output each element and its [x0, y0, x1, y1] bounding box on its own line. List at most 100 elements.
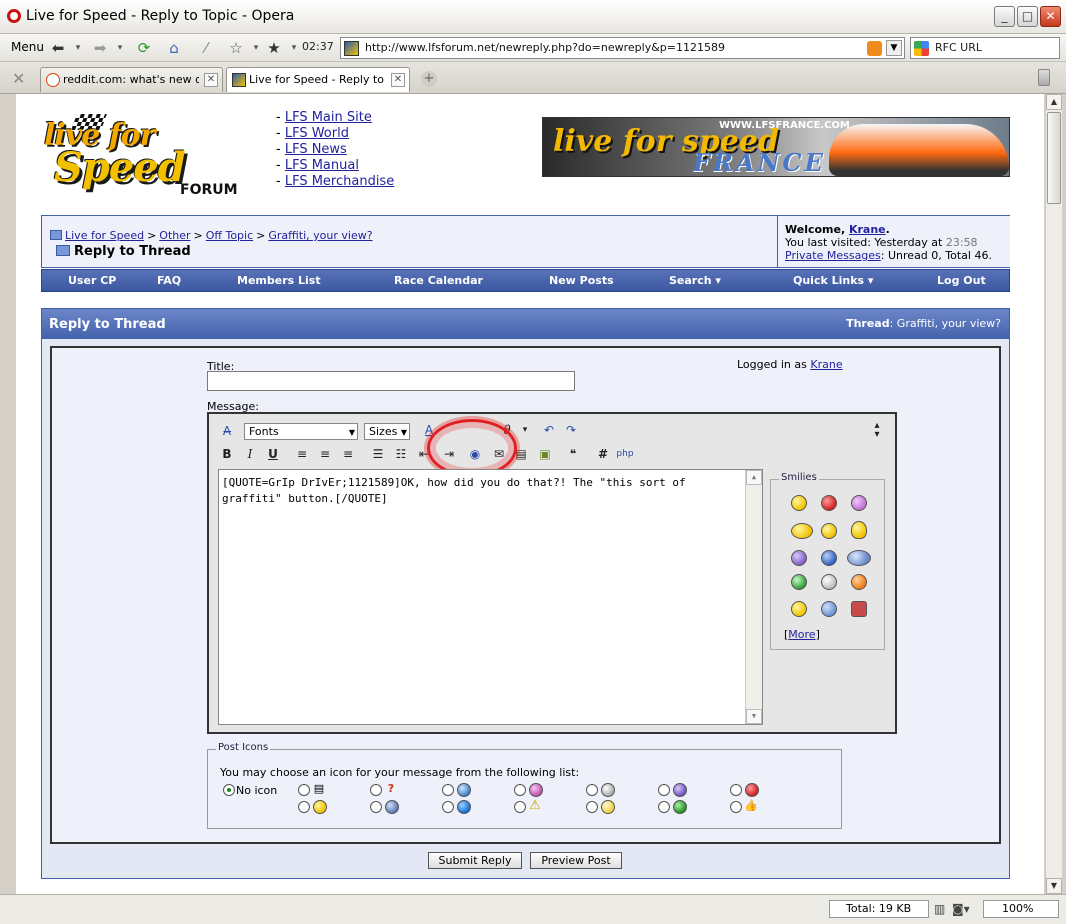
bookmarks-icon[interactable]: ★	[264, 38, 284, 58]
bookmarks-dropdown-icon[interactable]: ▾	[284, 38, 304, 58]
page-scrollbar[interactable]: ▲ ▼	[1045, 94, 1062, 894]
eek-icon[interactable]	[821, 574, 837, 590]
post-icon-radio[interactable]	[370, 801, 382, 813]
search-engine-label[interactable]: RFC URL	[935, 41, 982, 54]
crumb-off-topic[interactable]: Off Topic	[206, 229, 253, 242]
nav-new-posts[interactable]: New Posts	[549, 274, 614, 287]
align-right-icon[interactable]: ≡	[338, 445, 358, 463]
font-select[interactable]: Fonts ▼	[244, 423, 358, 440]
scroll-up-icon[interactable]: ▲	[746, 470, 762, 485]
nav-quick-links[interactable]: Quick Links ▾	[793, 274, 873, 287]
wand-icon[interactable]: ⁄	[196, 38, 216, 58]
search-engine-icon[interactable]	[914, 41, 929, 56]
welcome-user-link[interactable]: Krane	[849, 223, 886, 236]
undo-icon[interactable]: ↶	[539, 421, 559, 439]
back-history-dropdown-icon[interactable]: ▾	[68, 38, 88, 58]
post-icon-radio[interactable]	[730, 784, 742, 796]
unordered-list-icon[interactable]: ☷	[391, 445, 411, 463]
menu-button[interactable]: Menu	[11, 40, 44, 54]
forum-home-icon[interactable]	[50, 230, 62, 240]
crumb-other[interactable]: Other	[159, 229, 190, 242]
crumb-thread[interactable]: Graffiti, your view?	[268, 229, 372, 242]
post-icon-radio[interactable]	[442, 801, 454, 813]
close-tab-icon[interactable]: ✕	[204, 73, 218, 87]
redface-icon[interactable]	[791, 601, 807, 617]
search-field[interactable]: RFC URL	[910, 37, 1060, 59]
nav-log-out[interactable]: Log Out	[937, 274, 986, 287]
address-history-dropdown-icon[interactable]: ▼	[886, 40, 902, 56]
no-icon-radio[interactable]	[223, 784, 235, 796]
angry-icon[interactable]	[821, 495, 837, 511]
size-select[interactable]: Sizes ▼	[364, 423, 410, 440]
minimize-button[interactable]: _	[994, 6, 1015, 27]
post-icon-radio[interactable]	[298, 784, 310, 796]
italic-icon[interactable]: I	[240, 445, 260, 463]
bookmark-star-icon[interactable]: ☆	[226, 38, 246, 58]
more-smilies-link[interactable]: More	[788, 628, 815, 641]
forward-icon[interactable]: ➡	[90, 38, 110, 58]
nav-user-cp[interactable]: User CP	[68, 274, 116, 287]
cry-icon[interactable]	[821, 601, 837, 617]
underline-icon[interactable]: U	[263, 445, 283, 463]
toolbar-dropdown-icon[interactable]: ▾	[515, 421, 535, 439]
forward-history-dropdown-icon[interactable]: ▾	[110, 38, 130, 58]
link-lfs-world[interactable]: LFS World	[285, 126, 349, 141]
scroll-thumb[interactable]	[1047, 112, 1061, 204]
rolleyes-icon[interactable]	[791, 523, 813, 539]
redo-icon[interactable]: ↷	[561, 421, 581, 439]
zoom-control[interactable]: 100%	[983, 900, 1059, 918]
scroll-down-icon[interactable]: ▼	[1046, 878, 1062, 894]
link-lfs-main-site[interactable]: LFS Main Site	[285, 110, 372, 125]
tab-reddit[interactable]: reddit.com: what's new on... ✕	[40, 67, 223, 92]
post-icon-radio[interactable]	[586, 801, 598, 813]
reload-icon[interactable]: ⟳	[134, 38, 154, 58]
maximize-button[interactable]: □	[1017, 6, 1038, 27]
nav-members-list[interactable]: Members List	[237, 274, 321, 287]
back-icon[interactable]: ⬅	[48, 38, 68, 58]
thumbsup-icon[interactable]	[851, 601, 867, 617]
closed-tabs-trash-icon[interactable]	[1038, 69, 1050, 86]
crumb-live-for-speed[interactable]: Live for Speed	[65, 229, 144, 242]
bold-icon[interactable]: B	[217, 445, 237, 463]
frown-icon[interactable]	[791, 550, 807, 566]
link-lfs-news[interactable]: LFS News	[285, 142, 347, 157]
lfs-forum-logo[interactable]: live for Speed FORUM	[42, 114, 266, 200]
post-icon-radio[interactable]	[514, 784, 526, 796]
ordered-list-icon[interactable]: ☰	[368, 445, 388, 463]
close-window-button[interactable]: ✕	[1040, 6, 1061, 27]
textarea-scrollbar[interactable]: ▲ ▼	[745, 470, 762, 724]
address-url[interactable]: http://www.lfsforum.net/newreply.php?do=…	[365, 41, 725, 54]
scroll-up-icon[interactable]: ▲	[1046, 94, 1062, 110]
link-lfs-manual[interactable]: LFS Manual	[285, 158, 359, 173]
smile-icon[interactable]	[791, 495, 807, 511]
post-icon-radio[interactable]	[370, 784, 382, 796]
tab-tools-icon[interactable]: ✕	[12, 69, 25, 88]
grin-icon[interactable]	[851, 574, 867, 590]
switch-editor-mode-icon[interactable]: A̶	[217, 422, 237, 440]
idea-icon[interactable]	[851, 521, 867, 539]
post-icon-radio[interactable]	[730, 801, 742, 813]
rss-feed-icon[interactable]	[867, 41, 882, 56]
post-icon-radio[interactable]	[514, 801, 526, 813]
home-icon[interactable]: ⌂	[164, 38, 184, 58]
align-center-icon[interactable]: ≡	[315, 445, 335, 463]
tab-lfs-reply[interactable]: Live for Speed - Reply to T... ✕	[226, 67, 410, 92]
post-icon-radio[interactable]	[586, 784, 598, 796]
image-settings-icon[interactable]: ◙▾	[952, 902, 970, 916]
address-bar[interactable]: http://www.lfsforum.net/newreply.php?do=…	[340, 37, 905, 59]
bookmark-dropdown-icon[interactable]: ▾	[246, 38, 266, 58]
wrap-quote-icon[interactable]: ❝	[563, 445, 583, 463]
confused-icon[interactable]	[821, 550, 837, 566]
scroll-down-icon[interactable]: ▼	[746, 709, 762, 724]
nav-search[interactable]: Search ▾	[669, 274, 721, 287]
post-icon-radio[interactable]	[298, 801, 310, 813]
cool-purple-icon[interactable]	[851, 495, 867, 511]
message-textarea[interactable]: [QUOTE=GrIp DrIvEr;1121589]OK, how did y…	[218, 469, 763, 725]
post-icon-radio[interactable]	[442, 784, 454, 796]
lfs-france-banner[interactable]: live for speed FRANCE WWW.LFSFRANCE.COM	[542, 117, 1010, 177]
new-tab-button[interactable]: +	[421, 71, 437, 87]
post-icon-radio[interactable]	[658, 784, 670, 796]
resize-editor-icon[interactable]: ▴ ▾	[867, 421, 887, 440]
sunglasses-icon[interactable]	[821, 523, 837, 539]
close-tab-icon[interactable]: ✕	[391, 73, 405, 87]
